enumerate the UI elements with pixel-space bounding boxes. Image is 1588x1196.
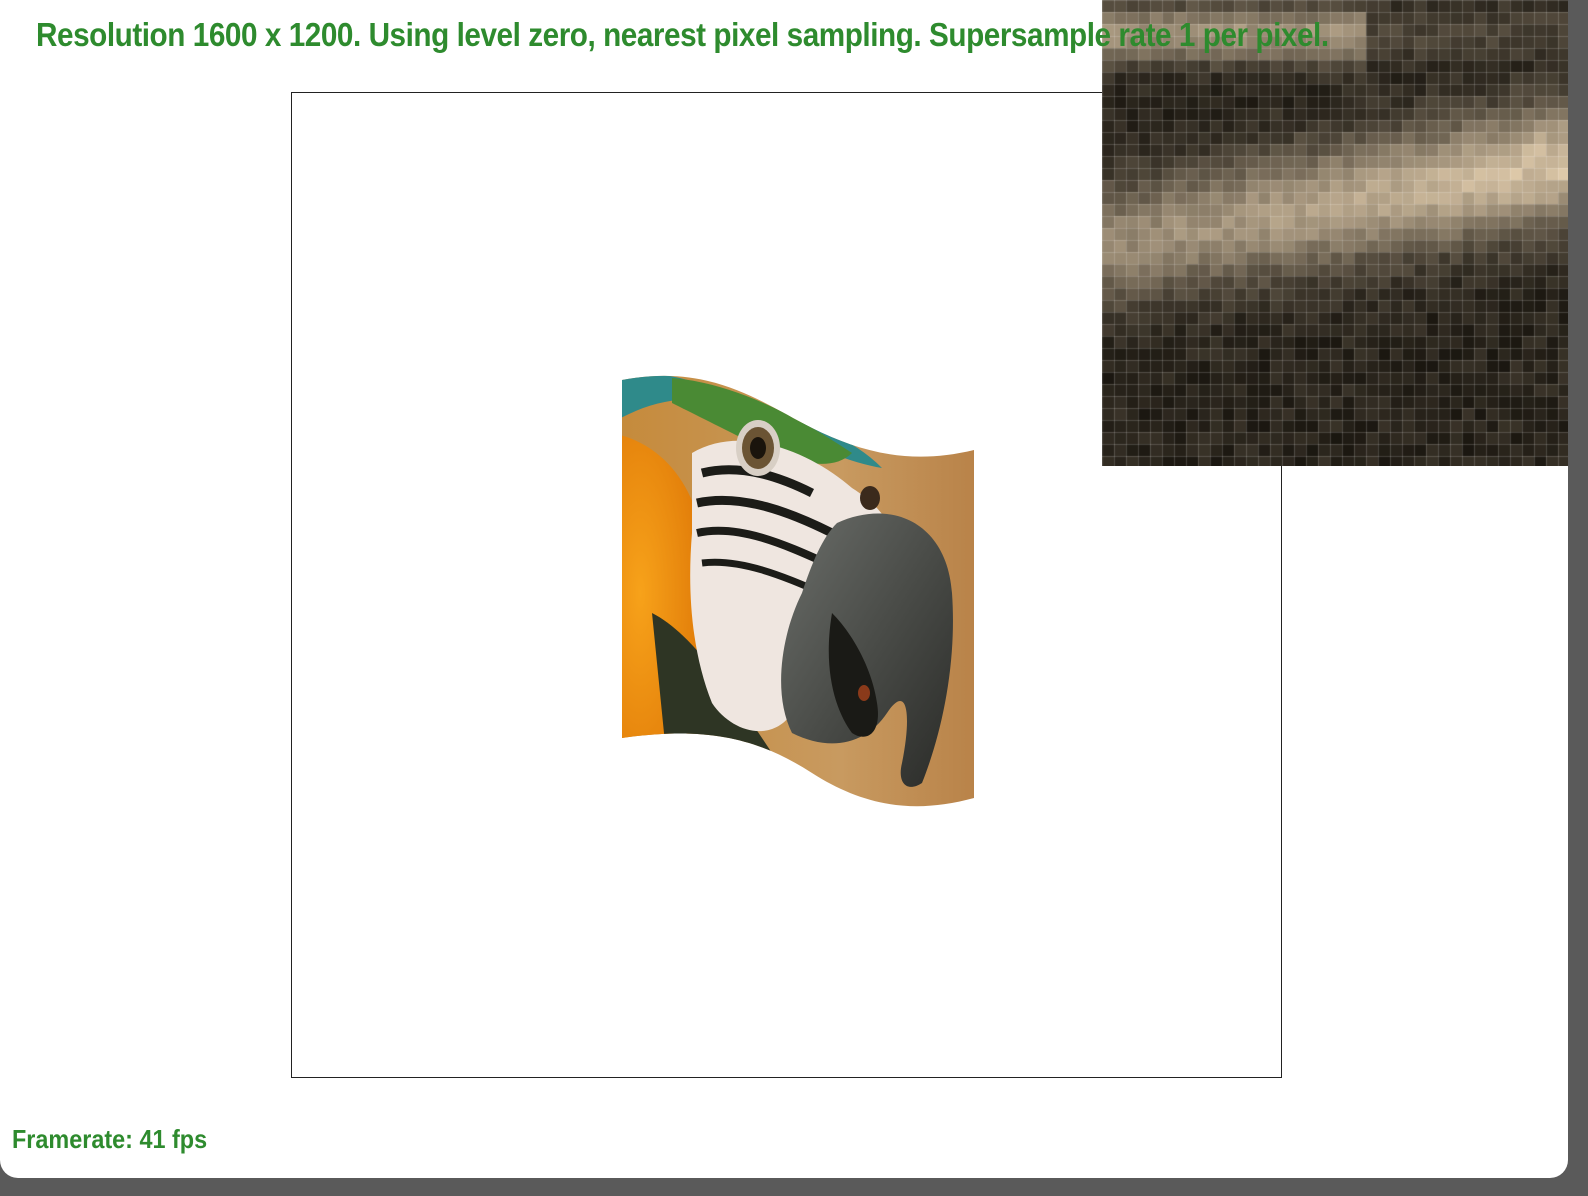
framerate-readout: Framerate: 41 fps bbox=[12, 1124, 208, 1154]
render-status-text: Resolution 1600 x 1200. Using level zero… bbox=[36, 16, 1329, 53]
app-window: Resolution 1600 x 1200. Using level zero… bbox=[0, 0, 1568, 1178]
pixel-zoom-inspector bbox=[1102, 0, 1568, 466]
pixel-magnifier-icon bbox=[1102, 0, 1568, 466]
